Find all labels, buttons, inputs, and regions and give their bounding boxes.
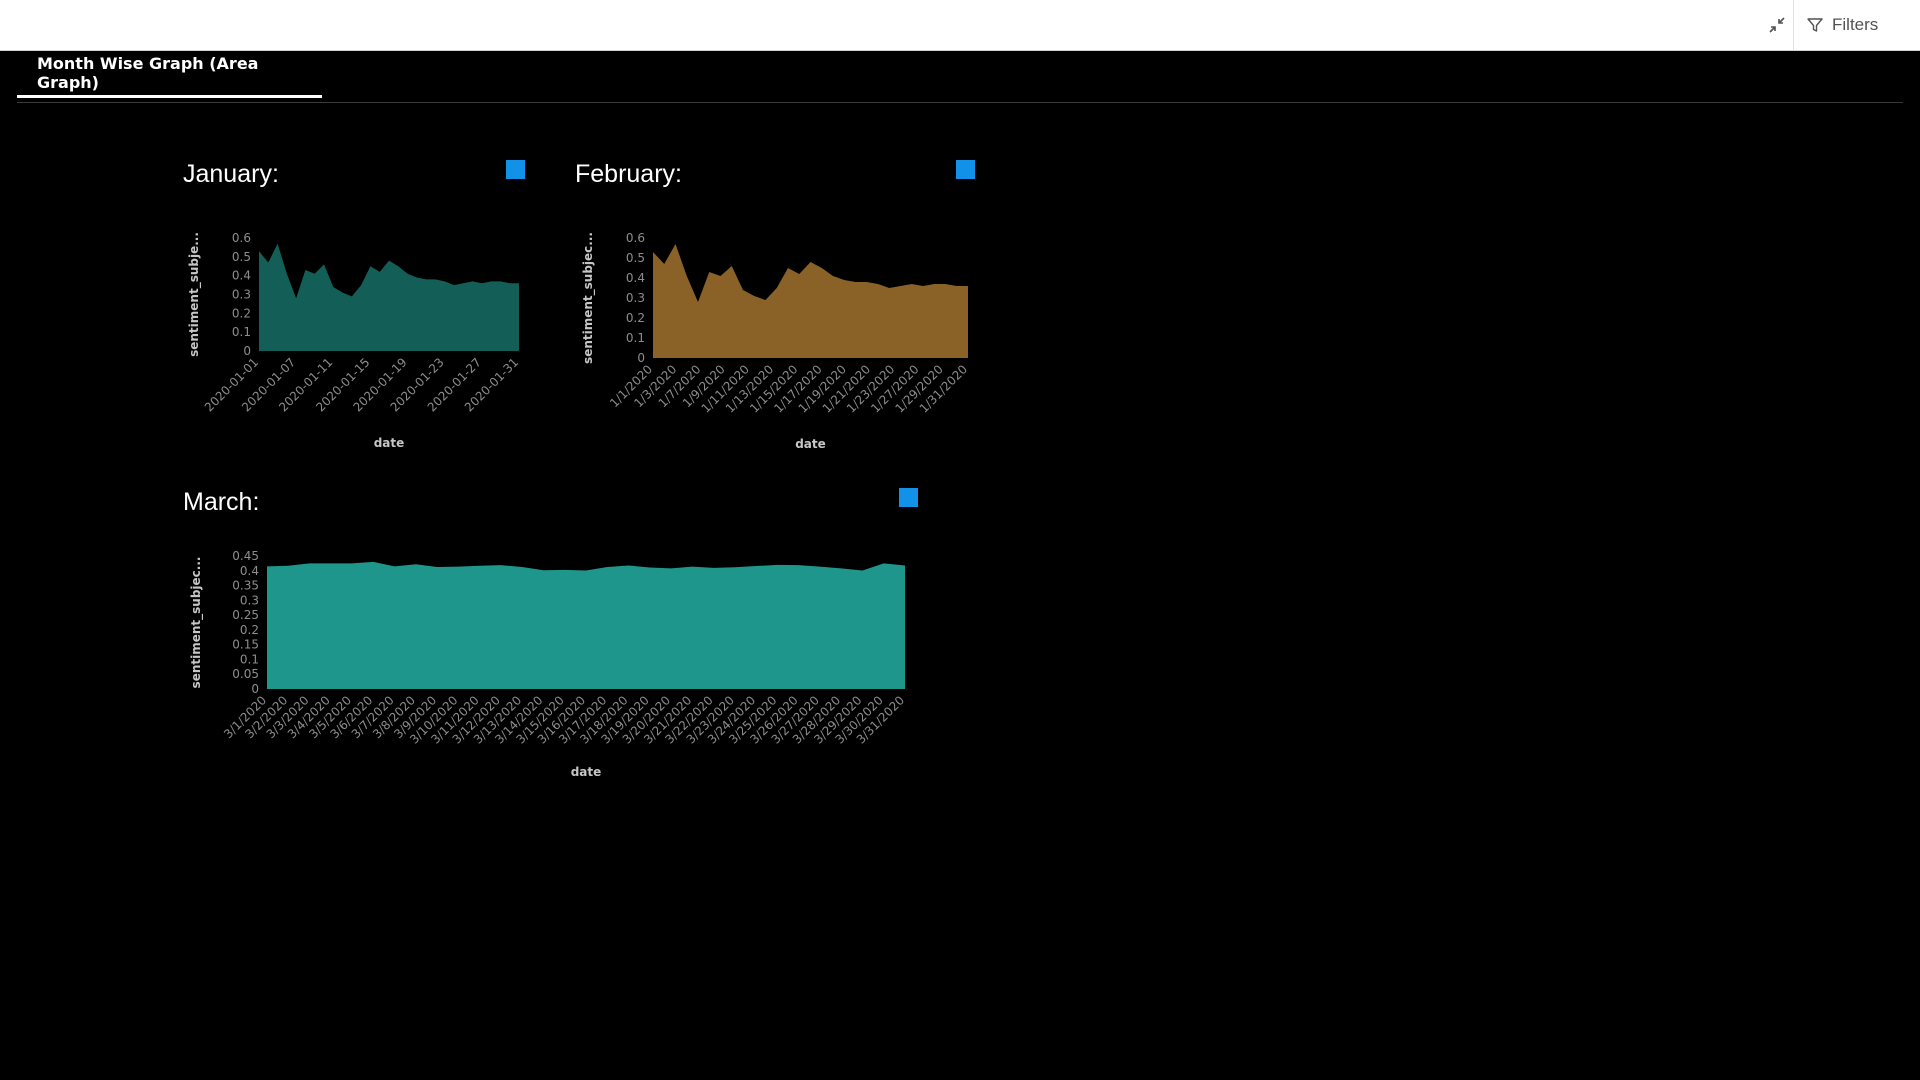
y-tick-label: 0.5 [232, 250, 251, 264]
y-tick-label: 0.4 [232, 269, 251, 283]
y-tick-label: 0.6 [232, 231, 251, 245]
y-tick-label: 0.3 [232, 288, 251, 302]
tab-bar: Month Wise Graph (Area Graph) [17, 50, 1903, 103]
area-series [259, 243, 519, 351]
x-axis-title: date [374, 436, 405, 450]
y-tick-label: 0.4 [626, 271, 645, 285]
y-tick-label: 0.35 [232, 579, 259, 593]
y-tick-label: 0.4 [240, 564, 259, 578]
top-toolbar: Filters [0, 0, 1920, 51]
y-tick-label: 0.05 [232, 667, 259, 681]
y-tick-label: 0.2 [626, 311, 645, 325]
y-tick-label: 0.2 [232, 306, 251, 320]
y-axis-title: sentiment_subjec... [189, 557, 204, 689]
y-axis-title: sentiment_subje... [187, 232, 202, 357]
march-chart-panel: March: 0 0.05 0.1 0.15 0.2 0.25 0.3 0.35 0.4 0.45… [183, 488, 923, 788]
y-tick-label: 0.1 [626, 331, 645, 345]
filters-button[interactable]: Filters [1794, 0, 1920, 50]
y-tick-label: 0.3 [626, 291, 645, 305]
area-series [653, 244, 968, 358]
collapse-arrows-icon [1769, 17, 1785, 33]
y-tick-label: 0.5 [626, 251, 645, 265]
y-tick-label: 0.3 [240, 593, 259, 607]
y-tick-label: 0.2 [240, 623, 259, 637]
y-tick-label: 0.45 [232, 549, 259, 563]
y-tick-label: 0.1 [232, 325, 251, 339]
y-tick-label: 0.6 [626, 231, 645, 245]
y-axis-title: sentiment_subjec... [581, 232, 596, 364]
tab-label: Month Wise Graph (Area Graph) [37, 53, 259, 92]
y-tick-label: 0.1 [240, 652, 259, 666]
march-area-chart: 00.050.10.150.20.250.30.350.40.453/1/202… [189, 549, 907, 779]
x-axis-title: date [795, 437, 826, 451]
area-series [267, 561, 905, 689]
filter-funnel-icon [1807, 18, 1823, 32]
february-chart-panel: February: 0 0.1 0.2 0.3 0.4 0.5 0.6 1/1/2020 1/3… [575, 160, 985, 460]
y-tick-label: 0.25 [232, 608, 259, 622]
january-area-chart: 00.10.20.30.40.50.62020-01-012020-01-072… [187, 231, 521, 450]
january-chart-panel: January: 0 0.1 0.2 0.3 0.4 0.5 0.6 2020-01-01 20… [183, 160, 543, 460]
february-area-chart: 00.10.20.30.40.50.61/1/20201/3/20201/7/2… [581, 231, 970, 451]
tab-month-wise-graph[interactable]: Month Wise Graph (Area Graph) [17, 50, 322, 98]
filters-label: Filters [1832, 15, 1879, 34]
y-tick-label: 0.15 [232, 638, 259, 652]
x-axis-title: date [571, 765, 602, 779]
